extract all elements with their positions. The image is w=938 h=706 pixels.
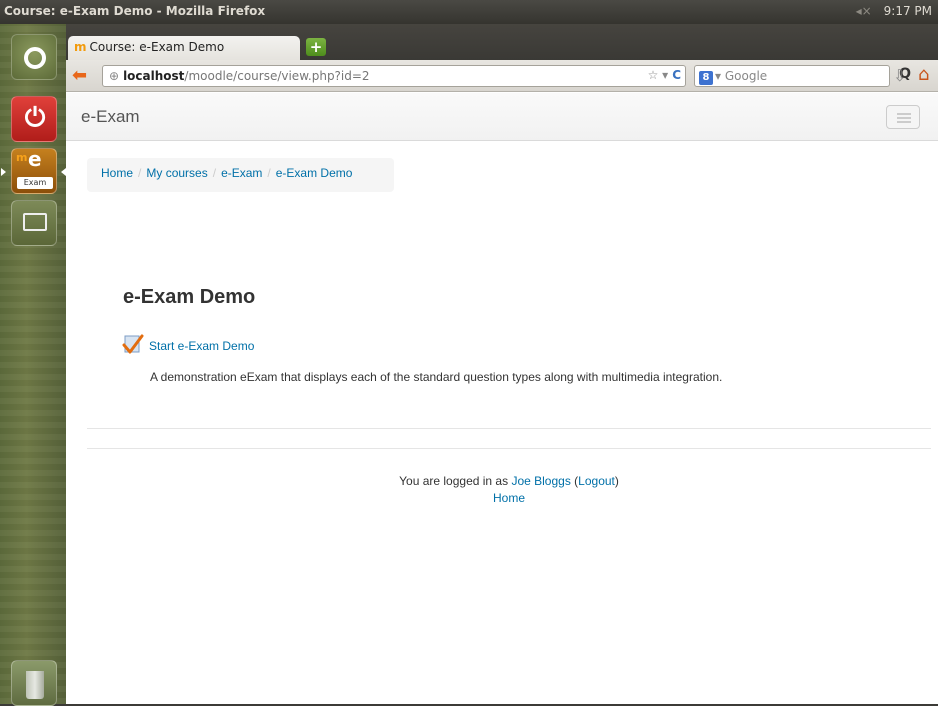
breadcrumb-e-exam-demo[interactable]: e-Exam Demo xyxy=(276,166,353,180)
window-title: Course: e-Exam Demo - Mozilla Firefox xyxy=(4,4,266,18)
breadcrumb-e-exam[interactable]: e-Exam xyxy=(221,166,262,180)
navigation-toolbar: ⬅ ⊕ localhost/moodle/course/view.php?id=2… xyxy=(66,60,938,92)
history-dropdown-icon[interactable]: ▾ xyxy=(662,68,668,82)
new-tab-button[interactable]: + xyxy=(306,38,326,56)
start-exam-link[interactable]: Start e-Exam Demo xyxy=(149,339,254,353)
divider xyxy=(87,428,931,429)
divider xyxy=(87,448,931,449)
site-brand[interactable]: e-Exam xyxy=(81,107,140,127)
breadcrumb: Home / My courses / e-Exam / e-Exam Demo xyxy=(87,158,394,192)
running-indicator xyxy=(1,168,6,176)
search-input[interactable]: 8 ▾ Google Q xyxy=(694,65,911,87)
login-info: You are logged in as Joe Bloggs (Logout) xyxy=(399,474,619,488)
url-path: /moodle/course/view.php?id=2 xyxy=(184,69,370,83)
download-icon[interactable]: ⇩ xyxy=(893,66,906,85)
web-page: e-Exam Home / My courses / e-Exam / e-Exam Dem… xyxy=(66,93,938,704)
system-top-bar: Course: e-Exam Demo - Mozilla Firefox ◂×… xyxy=(0,0,938,24)
tab-title: Course: e-Exam Demo xyxy=(89,40,225,54)
search-placeholder: Google xyxy=(724,69,768,83)
page-footer: You are logged in as Joe Bloggs (Logout)… xyxy=(66,473,938,507)
moodle-favicon-icon: m xyxy=(74,40,87,54)
window-icon[interactable] xyxy=(11,200,57,246)
google-icon[interactable]: 8 xyxy=(699,71,713,85)
activity-description: A demonstration eExam that displays each… xyxy=(150,370,723,384)
site-navbar: e-Exam xyxy=(66,93,938,141)
firefox-window: m Course: e-Exam Demo + ⬅ ⊕ localhost/mood… xyxy=(66,24,938,704)
url-bar[interactable]: ⊕ localhost/moodle/course/view.php?id=2 ☆… xyxy=(102,65,686,87)
globe-icon: ⊕ xyxy=(109,69,120,83)
system-tray: ◂× 9:17 PM xyxy=(856,4,932,18)
home-icon[interactable]: ⌂ xyxy=(918,64,929,85)
tab-strip: m Course: e-Exam Demo + xyxy=(66,24,938,60)
reload-icon[interactable]: C xyxy=(672,68,681,82)
back-arrow-icon[interactable]: ⬅ xyxy=(72,66,94,86)
clock[interactable]: 9:17 PM xyxy=(884,4,932,18)
tab-course[interactable]: m Course: e-Exam Demo xyxy=(68,36,300,60)
logout-link[interactable]: Logout xyxy=(578,474,615,488)
unity-launcher: ⏻ m e Exam xyxy=(0,24,66,706)
trash-icon[interactable] xyxy=(11,660,57,706)
breadcrumb-my-courses[interactable]: My courses xyxy=(146,166,207,180)
power-icon[interactable]: ⏻ xyxy=(11,96,57,142)
e-exam-app-icon[interactable]: m e Exam xyxy=(11,147,57,194)
url-host: localhost xyxy=(123,69,185,83)
footer-home-link[interactable]: Home xyxy=(493,491,525,505)
menu-toggle-button[interactable] xyxy=(886,105,920,129)
breadcrumb-home[interactable]: Home xyxy=(101,166,133,180)
volume-muted-icon[interactable]: ◂× xyxy=(856,4,872,18)
page-title: e-Exam Demo xyxy=(123,286,256,308)
bookmark-star-icon[interactable]: ☆ xyxy=(648,68,659,82)
user-profile-link[interactable]: Joe Bloggs xyxy=(511,474,570,488)
ubuntu-dash-icon[interactable] xyxy=(11,34,57,80)
quiz-checkmark-icon[interactable] xyxy=(122,333,144,355)
